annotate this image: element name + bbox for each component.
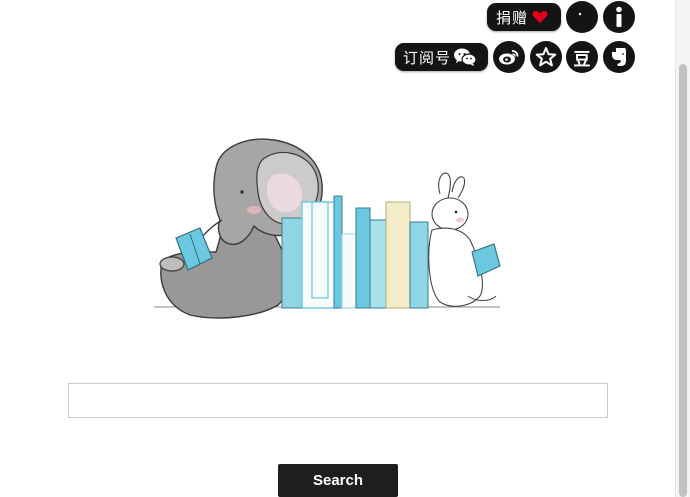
subscribe-label: 订阅号: [403, 48, 452, 67]
night-mode-button[interactable]: [566, 1, 598, 33]
donate-label: 捐赠: [496, 8, 529, 27]
subscribe-button[interactable]: 订阅号: [395, 43, 488, 71]
moon-icon: [572, 7, 592, 27]
wechat-icon: [453, 47, 477, 67]
weibo-button[interactable]: [493, 41, 525, 73]
evernote-button[interactable]: [603, 41, 635, 73]
douban-button[interactable]: 豆: [566, 41, 598, 73]
books-illustration: [281, 195, 429, 309]
info-button[interactable]: [603, 1, 635, 33]
evernote-icon: [610, 46, 628, 68]
search-input[interactable]: [68, 383, 608, 418]
favorite-button[interactable]: [530, 41, 562, 73]
weibo-icon: [498, 48, 520, 66]
info-icon: [612, 6, 626, 28]
reading-illustration: [150, 130, 510, 334]
donate-button[interactable]: 捐赠: [487, 3, 561, 31]
douban-icon: 豆: [573, 49, 591, 70]
heart-icon: [532, 10, 548, 24]
star-icon: [535, 46, 557, 68]
search-button[interactable]: Search: [278, 464, 398, 497]
bunny-illustration: [428, 172, 501, 307]
scrollbar-thumb[interactable]: [679, 64, 687, 497]
page: 捐赠 订阅号 豆 Search: [0, 0, 690, 497]
